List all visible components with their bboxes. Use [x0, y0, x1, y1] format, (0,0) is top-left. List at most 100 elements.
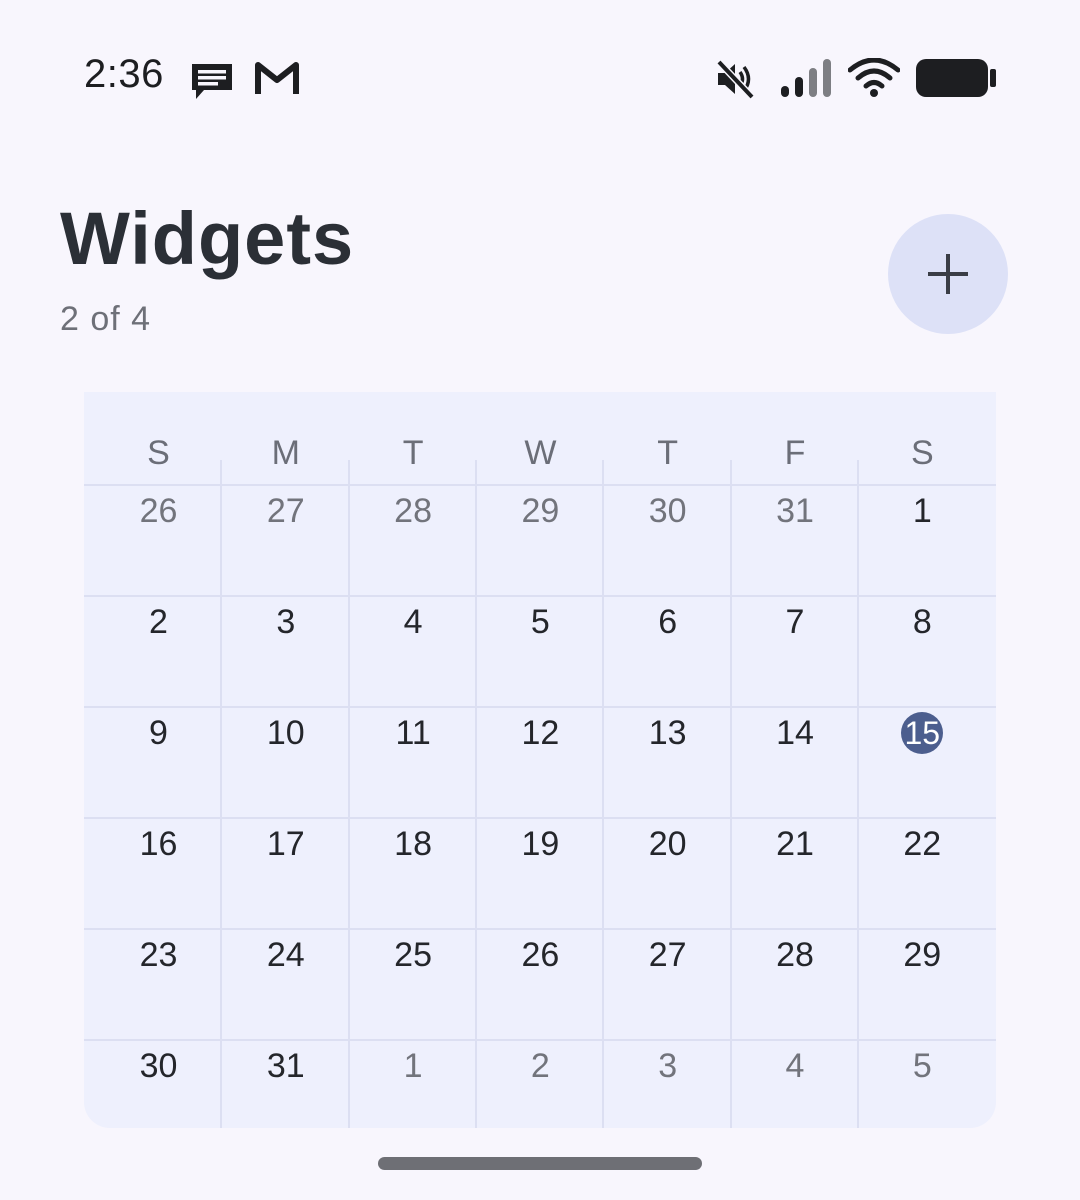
day-number: 11 [395, 714, 431, 752]
gmail-icon [254, 60, 300, 101]
day-cell[interactable]: 4 [732, 1041, 859, 1128]
day-cell[interactable]: 16 [95, 819, 222, 930]
weekday-label: W [524, 434, 557, 472]
day-cell[interactable]: 29 [859, 930, 986, 1041]
day-number: 28 [776, 936, 814, 974]
day-number: 1 [912, 492, 932, 530]
day-number: 22 [903, 825, 942, 863]
day-cell[interactable]: 21 [732, 819, 859, 930]
day-number: 28 [394, 492, 432, 530]
day-number: 19 [521, 825, 560, 863]
day-number: 5 [530, 603, 550, 641]
add-widget-button[interactable] [888, 214, 1008, 334]
message-icon [190, 62, 234, 105]
status-bar: 2:36 [0, 0, 1080, 150]
day-cell[interactable]: 31 [732, 486, 859, 597]
day-number: 20 [648, 825, 687, 863]
day-cell[interactable]: 5 [859, 1041, 986, 1128]
day-number: 18 [394, 825, 432, 863]
weekday-label: T [402, 434, 424, 472]
day-number: 17 [266, 825, 305, 863]
day-cell[interactable]: 1 [859, 486, 986, 597]
day-cell[interactable]: 25 [350, 930, 477, 1041]
day-number: 4 [403, 603, 423, 641]
day-number: 8 [912, 603, 932, 641]
day-number: 16 [139, 825, 178, 863]
week-row: 26 27 28 29 30 31 1 [84, 486, 996, 597]
day-cell[interactable]: 3 [222, 597, 349, 708]
day-number: 24 [266, 936, 305, 974]
day-cell[interactable]: 1 [350, 1041, 477, 1128]
day-number: 31 [266, 1047, 305, 1085]
weekday-label: M [271, 434, 300, 472]
day-number: 10 [266, 714, 305, 752]
day-cell[interactable]: 28 [732, 930, 859, 1041]
day-cell[interactable]: 17 [222, 819, 349, 930]
signal-icon [780, 58, 834, 103]
day-number: 29 [903, 936, 942, 974]
day-number: 6 [658, 603, 678, 641]
day-cell[interactable]: 18 [350, 819, 477, 930]
day-number: 25 [394, 936, 432, 974]
day-cell[interactable]: 10 [222, 708, 349, 819]
status-time: 2:36 [84, 52, 164, 96]
week-row: 9 10 11 12 13 14 15 [84, 708, 996, 819]
day-number: 21 [776, 825, 814, 863]
day-cell[interactable]: 27 [222, 486, 349, 597]
page-title: Widgets [60, 197, 355, 280]
day-number: 5 [912, 1047, 932, 1085]
day-cell[interactable]: 14 [732, 708, 859, 819]
day-cell[interactable]: 11 [350, 708, 477, 819]
day-cell[interactable]: 22 [859, 819, 986, 930]
day-cell[interactable]: 20 [604, 819, 731, 930]
day-cell[interactable]: 31 [222, 1041, 349, 1128]
day-cell[interactable]: 3 [604, 1041, 731, 1128]
day-cell[interactable]: 7 [732, 597, 859, 708]
week-row: 2 3 4 5 6 7 8 [84, 597, 996, 708]
day-cell[interactable]: 26 [95, 486, 222, 597]
day-cell[interactable]: 4 [350, 597, 477, 708]
weekday-label: S [910, 434, 934, 472]
day-number: 23 [139, 936, 178, 974]
day-cell[interactable]: 29 [477, 486, 604, 597]
day-cell-today[interactable]: 15 [859, 708, 986, 819]
day-cell[interactable]: 6 [604, 597, 731, 708]
day-number: 1 [403, 1047, 423, 1085]
home-indicator[interactable] [378, 1157, 702, 1170]
day-cell[interactable]: 2 [95, 597, 222, 708]
wifi-icon [847, 57, 901, 103]
day-number: 26 [139, 492, 178, 530]
day-cell[interactable]: 23 [95, 930, 222, 1041]
day-number: 27 [266, 492, 305, 530]
weekday-label: T [657, 434, 679, 472]
day-cell[interactable]: 26 [477, 930, 604, 1041]
day-cell[interactable]: 30 [604, 486, 731, 597]
day-cell[interactable]: 2 [477, 1041, 604, 1128]
day-number: 4 [785, 1047, 805, 1085]
calendar-widget[interactable]: SMTWTFS 26 27 28 29 30 31 1 2 3 4 5 6 7 8 9 10 11 12 13 14 1… [84, 392, 996, 1128]
page-count: 2 of 4 [60, 300, 152, 338]
battery-icon [915, 58, 997, 103]
day-cell[interactable]: 13 [604, 708, 731, 819]
day-cell[interactable]: 28 [350, 486, 477, 597]
day-cell[interactable]: 30 [95, 1041, 222, 1128]
week-row: 30 31 1 2 3 4 5 [84, 1041, 996, 1128]
plus-icon [926, 252, 970, 301]
day-number: 12 [521, 714, 560, 752]
day-cell[interactable]: 8 [859, 597, 986, 708]
weekday-label: S [147, 434, 170, 472]
day-cell[interactable]: 9 [95, 708, 222, 819]
day-number: 2 [530, 1047, 550, 1085]
day-cell[interactable]: 5 [477, 597, 604, 708]
day-cell[interactable]: 24 [222, 930, 349, 1041]
day-number: 30 [139, 1047, 178, 1085]
day-cell[interactable]: 27 [604, 930, 731, 1041]
day-number: 13 [648, 714, 687, 752]
day-number: 29 [521, 492, 560, 530]
day-number: 15 [901, 712, 944, 754]
week-row: 16 17 18 19 20 21 22 [84, 819, 996, 930]
day-cell[interactable]: 19 [477, 819, 604, 930]
day-number: 31 [776, 492, 814, 530]
day-cell[interactable]: 12 [477, 708, 604, 819]
day-number: 27 [648, 936, 687, 974]
